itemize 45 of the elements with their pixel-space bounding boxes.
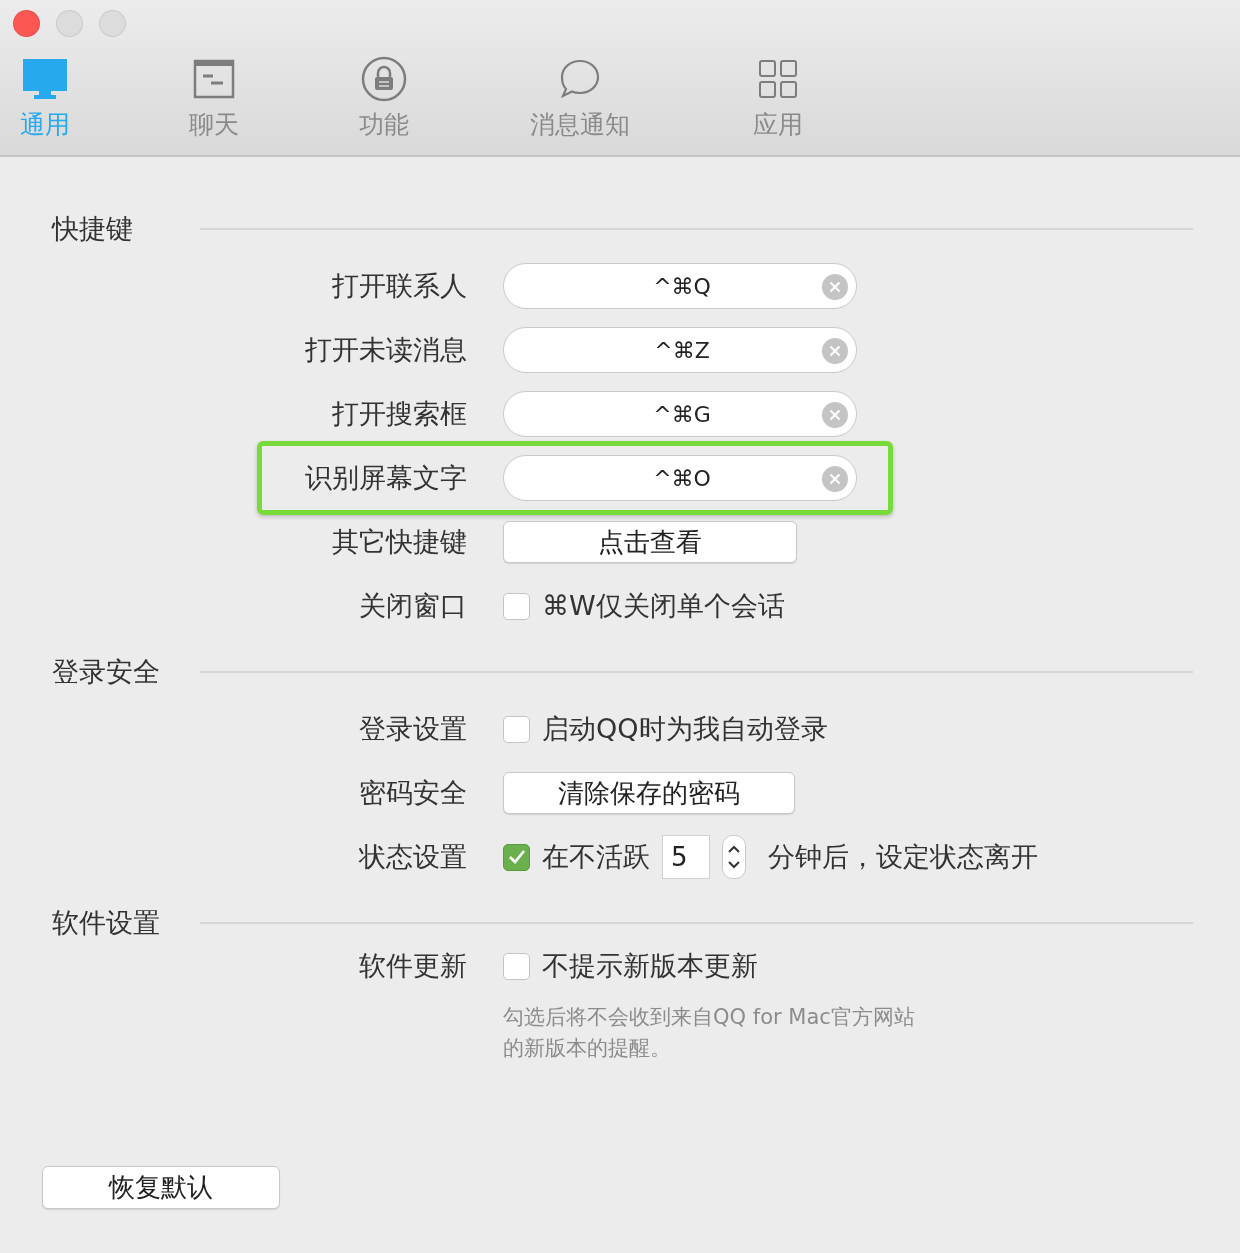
setting-label: 打开联系人 (332, 269, 467, 303)
action-button[interactable]: 清除保存的密码 (503, 772, 795, 814)
close-window-button[interactable] (13, 10, 40, 37)
clear-icon[interactable] (822, 466, 848, 492)
setting-label: 登录设置 (359, 712, 467, 746)
setting-label: 密码安全 (359, 776, 467, 810)
shortcut-field[interactable]: ^⌘Q (503, 263, 857, 309)
speech-bubble-icon (559, 58, 601, 100)
lock-icon (361, 56, 407, 102)
zoom-window-button[interactable] (99, 10, 126, 37)
checkbox-label: 在不活跃 (542, 840, 650, 874)
checkbox[interactable] (503, 843, 530, 871)
checkbox[interactable] (503, 592, 530, 620)
stepper-icon[interactable] (722, 835, 746, 879)
section-title: 登录安全 (51, 655, 161, 689)
checkbox-label: 启动QQ时为我自动登录 (542, 712, 828, 746)
action-button[interactable]: 点击查看 (503, 521, 797, 563)
setting-label: 打开未读消息 (305, 333, 467, 367)
shortcut-field[interactable]: ^⌘Z (503, 327, 857, 373)
grid-icon (758, 59, 798, 99)
minutes-field[interactable]: 5 (662, 835, 710, 879)
setting-label: 打开搜索框 (332, 397, 467, 431)
setting-label: 软件更新 (359, 949, 467, 983)
chat-window-icon (193, 58, 235, 100)
setting-label: 关闭窗口 (359, 589, 467, 623)
checkbox-label: 不提示新版本更新 (542, 949, 758, 983)
restore-defaults-button[interactable]: 恢复默认 (42, 1166, 280, 1209)
shortcut-field[interactable]: ^⌘O (503, 455, 857, 501)
setting-label: 识别屏幕文字 (305, 461, 467, 495)
checkbox-label: ⌘W仅关闭单个会话 (542, 589, 785, 623)
clear-icon[interactable] (822, 338, 848, 364)
setting-label: 状态设置 (359, 840, 467, 874)
clear-icon[interactable] (822, 274, 848, 300)
monitor-icon (22, 58, 68, 100)
checkbox[interactable] (503, 715, 530, 743)
check-icon (507, 849, 526, 865)
section-title: 软件设置 (51, 906, 161, 940)
clear-icon[interactable] (822, 402, 848, 428)
minimize-window-button[interactable] (56, 10, 83, 37)
suffix-label: 分钟后，设定状态离开 (768, 840, 1038, 874)
hint-text: 勾选后将不会收到来自QQ for Mac官方网站 的新版本的提醒。 (503, 1004, 915, 1062)
shortcut-field[interactable]: ^⌘G (503, 391, 857, 437)
checkbox[interactable] (503, 952, 530, 980)
setting-label: 其它快捷键 (332, 525, 467, 559)
section-title: 快捷键 (50, 212, 134, 246)
